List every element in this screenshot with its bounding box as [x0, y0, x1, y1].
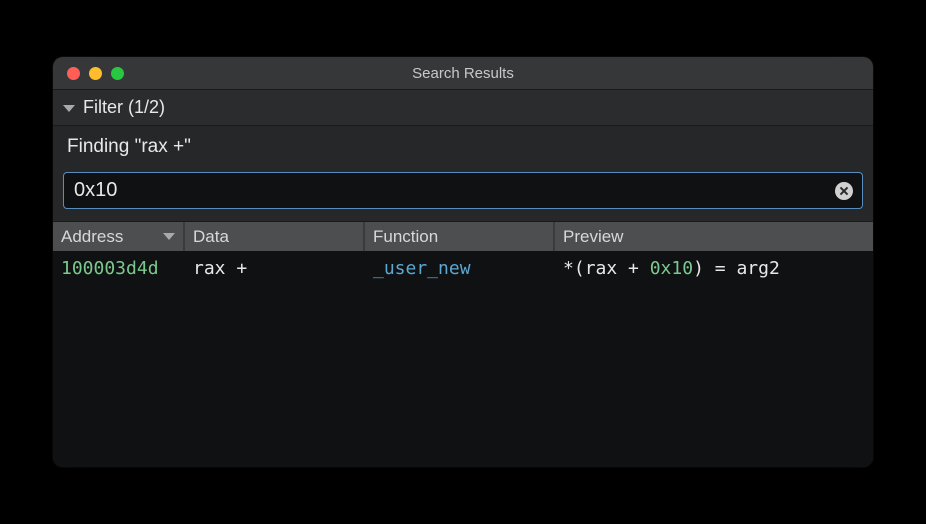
filter-header[interactable]: Filter (1/2) — [53, 89, 873, 125]
filter-header-label: Filter (1/2) — [83, 97, 165, 118]
minimize-icon[interactable] — [89, 67, 102, 80]
table-row[interactable]: 100003d4d rax + _user_new *(rax + 0x10) … — [53, 251, 873, 285]
filter-input[interactable] — [63, 172, 863, 209]
token-star: * — [563, 258, 574, 279]
disclosure-triangle-icon[interactable] — [63, 105, 75, 112]
search-input-wrap — [63, 172, 863, 209]
column-label: Address — [61, 227, 123, 247]
cell-address: 100003d4d — [53, 258, 185, 279]
column-header-address[interactable]: Address — [53, 222, 185, 251]
finding-label: Finding "rax +" — [53, 125, 873, 166]
token-lparen: ( — [574, 258, 585, 279]
column-header-data[interactable]: Data — [185, 222, 365, 251]
close-icon[interactable] — [67, 67, 80, 80]
titlebar: Search Results — [53, 57, 873, 89]
clear-filter-icon[interactable] — [835, 182, 853, 200]
sort-descending-icon — [163, 233, 175, 240]
token-arg: arg2 — [736, 258, 779, 279]
column-label: Preview — [563, 227, 623, 247]
column-header-preview[interactable]: Preview — [555, 222, 873, 251]
column-label: Function — [373, 227, 438, 247]
token-equals: = — [704, 258, 737, 279]
column-header-function[interactable]: Function — [365, 222, 555, 251]
token-number: 0x10 — [650, 258, 693, 279]
maximize-icon[interactable] — [111, 67, 124, 80]
traffic-lights — [53, 67, 124, 80]
cell-function: _user_new — [365, 258, 555, 279]
token-rparen: ) — [693, 258, 704, 279]
token-plus: + — [617, 258, 650, 279]
search-results-window: Search Results Filter (1/2) Finding "rax… — [53, 57, 873, 467]
cell-data: rax + — [185, 258, 365, 279]
results-table-body: 100003d4d rax + _user_new *(rax + 0x10) … — [53, 251, 873, 467]
token-register: rax — [585, 258, 618, 279]
search-row — [53, 166, 873, 221]
column-label: Data — [193, 227, 229, 247]
table-header: Address Data Function Preview — [53, 221, 873, 251]
window-title: Search Results — [53, 65, 873, 82]
cell-preview: *(rax + 0x10) = arg2 — [555, 258, 873, 279]
